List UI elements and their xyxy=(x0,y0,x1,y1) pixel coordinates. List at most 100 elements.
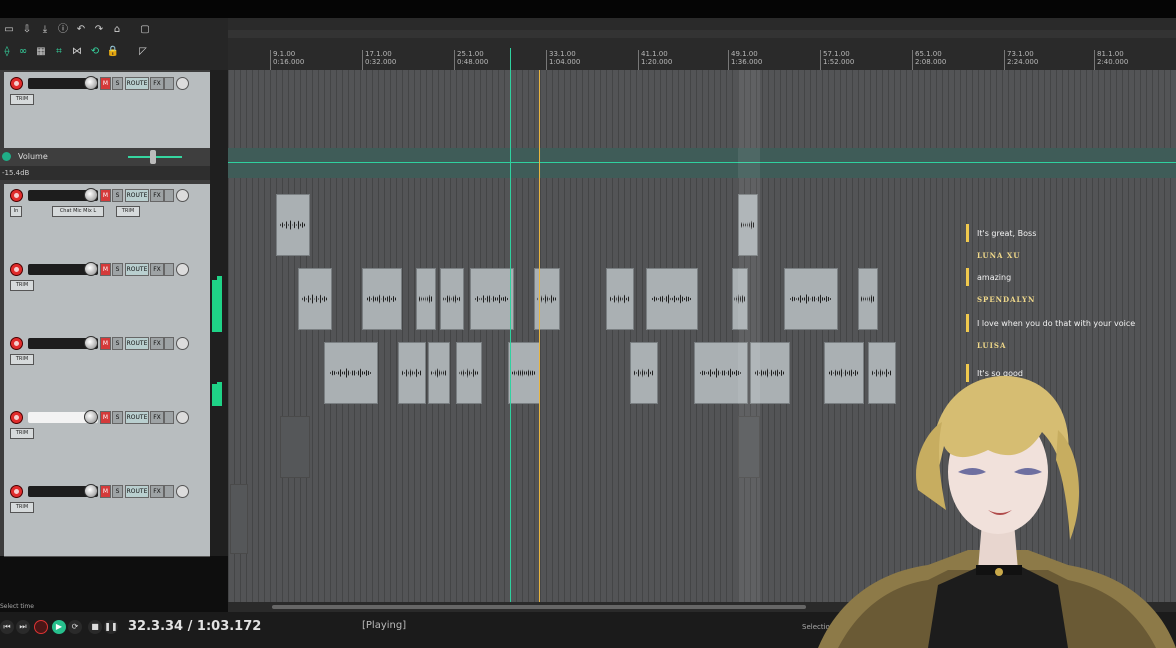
snap-icon[interactable]: ⌗ xyxy=(52,46,66,58)
route-button[interactable]: ROUTE xyxy=(125,189,149,202)
pause-button[interactable]: ❚❚ xyxy=(104,620,118,634)
fx-bypass-button[interactable] xyxy=(164,337,174,350)
media-item[interactable] xyxy=(630,342,658,404)
route-button[interactable]: ROUTE xyxy=(125,263,149,276)
open-project-icon[interactable]: ⇩ xyxy=(20,24,34,36)
solo-button[interactable]: S xyxy=(112,411,123,424)
project-settings-icon[interactable]: ⓘ xyxy=(56,24,70,36)
trim-volume-button[interactable]: TRIM xyxy=(10,280,34,291)
lock-icon[interactable]: 🔒 xyxy=(106,46,120,58)
envelope-fader-thumb[interactable] xyxy=(150,150,156,164)
media-item[interactable] xyxy=(324,342,378,404)
solo-button[interactable]: S xyxy=(112,189,123,202)
timeline-ruler[interactable]: 9.1.00 0:16.000 17.1.00 0:32.000 25.1.00 0:48… xyxy=(228,18,1176,70)
record-arm-button[interactable] xyxy=(10,411,23,424)
auto-crossfade-icon[interactable]: ⋈ xyxy=(70,46,84,58)
volume-knob[interactable] xyxy=(84,188,98,202)
fx-button[interactable]: FX xyxy=(150,77,164,90)
trim-volume-button[interactable]: TRIM xyxy=(10,502,34,513)
grid-toggle-icon[interactable]: ▢ xyxy=(138,24,152,36)
mute-button[interactable]: M xyxy=(100,77,111,90)
envelope-bypass-icon[interactable] xyxy=(2,152,11,161)
record-arm-button[interactable] xyxy=(10,485,23,498)
media-item[interactable] xyxy=(298,268,332,330)
track-header[interactable]: M S ROUTE FX TRIM xyxy=(4,332,210,407)
pan-knob[interactable] xyxy=(176,77,189,90)
track-header[interactable]: M S ROUTE FX TRIM xyxy=(4,480,210,557)
volume-knob[interactable] xyxy=(84,76,98,90)
track-header[interactable]: M S ROUTE FX TRIM xyxy=(4,406,210,481)
media-item[interactable] xyxy=(606,268,634,330)
trim-volume-button[interactable]: TRIM xyxy=(10,354,34,365)
record-arm-button[interactable] xyxy=(10,263,23,276)
solo-button[interactable]: S xyxy=(112,77,123,90)
volume-knob[interactable] xyxy=(84,410,98,424)
redo-icon[interactable]: ↷ xyxy=(92,24,106,36)
link-icon[interactable]: ∞ xyxy=(16,46,30,58)
route-button[interactable]: ROUTE xyxy=(125,485,149,498)
trim-volume-button[interactable]: TRIM xyxy=(10,428,34,439)
repeat-icon[interactable]: ⟳ xyxy=(68,620,82,634)
pan-knob[interactable] xyxy=(176,485,189,498)
media-item[interactable] xyxy=(534,268,560,330)
fx-button[interactable]: FX xyxy=(150,263,164,276)
volume-knob[interactable] xyxy=(84,336,98,350)
solo-button[interactable]: S xyxy=(112,485,123,498)
pan-knob[interactable] xyxy=(176,411,189,424)
fx-button[interactable]: FX xyxy=(150,337,164,350)
media-item[interactable] xyxy=(440,268,464,330)
mute-button[interactable]: M xyxy=(100,189,111,202)
media-item[interactable] xyxy=(230,484,248,554)
edit-cursor[interactable] xyxy=(539,70,540,603)
volume-envelope-row[interactable]: Volume xyxy=(0,148,210,166)
trim-volume-button[interactable]: TRIM xyxy=(116,206,140,217)
record-arm-button[interactable] xyxy=(10,337,23,350)
route-button[interactable]: ROUTE xyxy=(125,337,149,350)
metronome-icon[interactable]: ⌂ xyxy=(110,24,124,36)
media-item[interactable] xyxy=(470,268,514,330)
fx-bypass-button[interactable] xyxy=(164,189,174,202)
new-project-icon[interactable]: ▭ xyxy=(2,24,16,36)
media-item[interactable] xyxy=(362,268,402,330)
media-item[interactable] xyxy=(428,342,450,404)
media-item[interactable] xyxy=(276,194,310,256)
media-item[interactable] xyxy=(398,342,426,404)
volume-knob[interactable] xyxy=(84,262,98,276)
fx-button[interactable]: FX xyxy=(150,189,164,202)
fx-button[interactable]: FX xyxy=(150,411,164,424)
record-arm-button[interactable] xyxy=(10,77,23,90)
media-item[interactable] xyxy=(416,268,436,330)
media-item[interactable] xyxy=(784,268,838,330)
fx-bypass-button[interactable] xyxy=(164,77,174,90)
track-header[interactable]: M S ROUTE FX TRIM xyxy=(4,258,210,333)
mute-button[interactable]: M xyxy=(100,263,111,276)
go-to-start-icon[interactable]: ⏮ xyxy=(0,620,14,634)
route-button[interactable]: ROUTE xyxy=(125,411,149,424)
loop-icon[interactable]: ⟲ xyxy=(88,46,102,58)
undo-icon[interactable]: ↶ xyxy=(74,24,88,36)
fx-button[interactable]: FX xyxy=(150,485,164,498)
mute-button[interactable]: M xyxy=(100,337,111,350)
time-selection[interactable] xyxy=(738,70,760,603)
pan-knob[interactable] xyxy=(176,263,189,276)
fx-bypass-button[interactable] xyxy=(164,485,174,498)
grid-icon[interactable]: ▦ xyxy=(34,46,48,58)
media-item[interactable] xyxy=(280,416,310,478)
mute-button[interactable]: M xyxy=(100,411,111,424)
track-header[interactable]: M S ROUTE FX TRIM In Chat Mic Mix L xyxy=(4,184,210,259)
ripple-edit-icon[interactable]: ⟠ xyxy=(0,46,14,58)
media-item[interactable] xyxy=(858,268,878,330)
play-button[interactable]: ▶ xyxy=(52,620,66,634)
track-header[interactable]: M S ROUTE FX TRIM xyxy=(4,72,210,149)
fx-bypass-button[interactable] xyxy=(164,263,174,276)
pan-knob[interactable] xyxy=(176,189,189,202)
save-project-icon[interactable]: ⤓ xyxy=(38,24,52,36)
input-device-selector[interactable]: Chat Mic Mix L xyxy=(52,206,104,217)
route-button[interactable]: ROUTE xyxy=(125,77,149,90)
trim-volume-button[interactable]: TRIM xyxy=(10,94,34,105)
volume-knob[interactable] xyxy=(84,484,98,498)
volume-envelope-lane[interactable] xyxy=(228,148,1176,178)
record-button[interactable] xyxy=(34,620,48,634)
mute-button[interactable]: M xyxy=(100,485,111,498)
scrollbar-thumb[interactable] xyxy=(272,605,806,609)
